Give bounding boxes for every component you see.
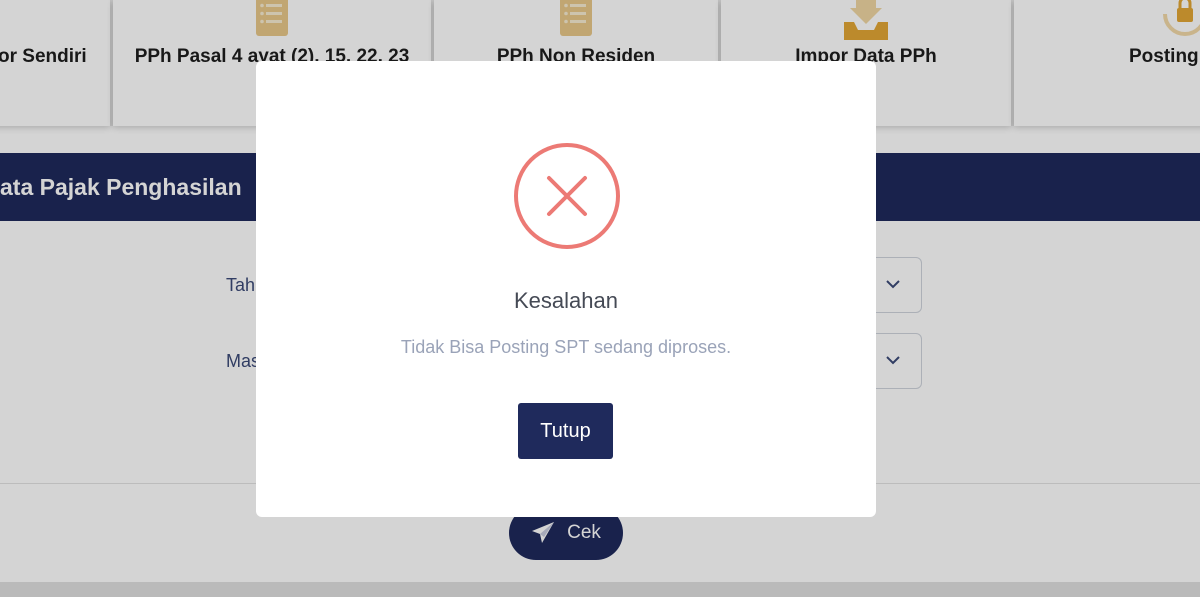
error-x-icon	[514, 143, 620, 249]
close-button[interactable]: Tutup	[518, 403, 613, 459]
dialog-title: Kesalahan	[514, 288, 618, 313]
error-dialog: Kesalahan Tidak Bisa Posting SPT sedang …	[256, 61, 876, 517]
dialog-message: Tidak Bisa Posting SPT sedang diproses.	[400, 337, 732, 357]
